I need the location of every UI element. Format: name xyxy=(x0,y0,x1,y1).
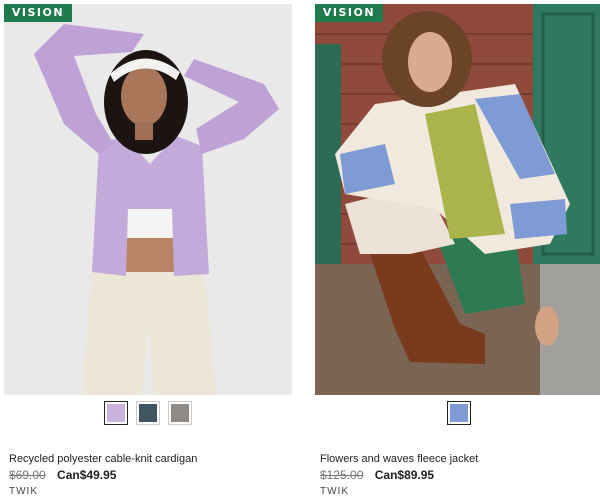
product-image-cardigan[interactable]: VISION xyxy=(4,4,292,395)
product-prices: $69.00 Can$49.95 xyxy=(9,468,116,482)
color-swatch-lilac[interactable] xyxy=(104,401,128,425)
original-price: $125.00 xyxy=(320,468,364,482)
color-swatches xyxy=(4,401,292,427)
color-swatch-teal[interactable] xyxy=(136,401,160,425)
color-swatches xyxy=(315,401,600,427)
sale-price: Can$49.95 xyxy=(57,468,117,482)
swatch-color xyxy=(107,404,125,422)
product-image-fleece-jacket[interactable]: VISION xyxy=(315,4,600,395)
vision-badge: VISION xyxy=(315,4,383,22)
product-brand: TWIK xyxy=(9,486,38,497)
product-card[interactable]: VISION Flowers and waves fleece jacket $… xyxy=(315,4,600,498)
product-name[interactable]: Flowers and waves fleece jacket xyxy=(320,453,478,465)
swatch-color xyxy=(139,404,157,422)
product-name[interactable]: Recycled polyester cable-knit cardigan xyxy=(9,453,197,465)
product-card[interactable]: VISION Recycled polyester cable-knit car… xyxy=(4,4,292,498)
original-price: $69.00 xyxy=(9,468,46,482)
color-swatch-grey[interactable] xyxy=(168,401,192,425)
product-brand: TWIK xyxy=(320,486,349,497)
product-prices: $125.00 Can$89.95 xyxy=(320,468,434,482)
swatch-color xyxy=(450,404,468,422)
sale-price: Can$89.95 xyxy=(374,468,435,482)
vision-badge: VISION xyxy=(4,4,72,22)
swatch-color xyxy=(171,404,189,422)
color-swatch-blue[interactable] xyxy=(447,401,471,425)
